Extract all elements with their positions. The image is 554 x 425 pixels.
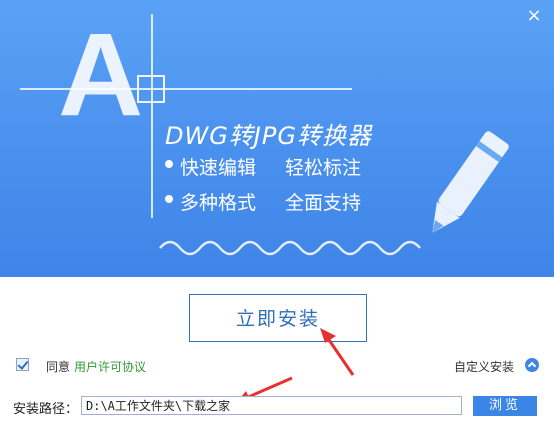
bullet-icon (165, 195, 173, 203)
agree-checkbox[interactable] (16, 358, 29, 371)
license-agreement-link[interactable]: 用户许可协议 (74, 358, 146, 375)
install-path-label: 安装路径： (13, 402, 79, 417)
install-path-input[interactable] (81, 396, 462, 415)
feature-full-support: 全面支持 (285, 192, 362, 214)
pen-icon (432, 131, 509, 233)
browse-button[interactable]: 浏览 (473, 396, 537, 416)
product-title: DWG转JPG转换器 (165, 122, 372, 150)
feature-multi-format: 多种格式 (180, 192, 257, 214)
feature-fast-edit: 快速编辑 (180, 157, 257, 179)
header-banner: × A DWG转JPG转换器 快速编辑 轻松标注 多种格式 全面支持 (0, 0, 554, 277)
chevron-up-icon[interactable] (525, 358, 539, 372)
install-now-button[interactable]: 立即安装 (189, 294, 367, 342)
bullet-icon (165, 160, 173, 168)
feature-easy-annotate: 轻松标注 (285, 157, 362, 179)
agree-label: 同意 (46, 360, 71, 374)
custom-install-link[interactable]: 自定义安装 (454, 358, 514, 375)
